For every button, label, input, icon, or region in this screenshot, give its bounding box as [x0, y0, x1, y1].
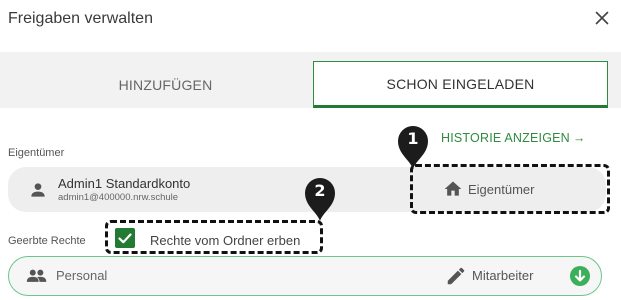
permission-group-name: Personal [56, 268, 108, 283]
owner-name: Admin1 Standardkonto [58, 176, 191, 191]
inherited-rights-label: Geerbte Rechte [8, 235, 86, 247]
person-icon [28, 180, 48, 200]
arrow-down-circle-icon[interactable] [570, 266, 590, 286]
history-link[interactable]: HISTORIE ANZEIGEN → [441, 131, 586, 145]
share-dialog: Freigaben verwalten HINZUFÜGEN SCHON EIN… [0, 0, 621, 300]
annotation-marker-1: 1 [396, 124, 430, 170]
group-icon [26, 266, 48, 286]
annotation-highlight-1 [410, 164, 610, 214]
annotation-number-1: 1 [407, 129, 419, 148]
annotation-number-2: 2 [314, 181, 326, 200]
pencil-icon[interactable] [445, 265, 467, 287]
tab-add[interactable]: HINZUFÜGEN [18, 61, 313, 108]
close-icon[interactable] [591, 7, 613, 29]
history-link-label: HISTORIE ANZEIGEN [441, 131, 570, 145]
tab-already-invited[interactable]: SCHON EINGELADEN [313, 61, 608, 108]
arrow-right-icon: → [572, 131, 586, 145]
annotation-highlight-2 [105, 220, 323, 254]
dialog-header: Freigaben verwalten [0, 0, 621, 40]
annotation-marker-2: 2 [303, 176, 337, 222]
dialog-title: Freigaben verwalten [8, 10, 153, 27]
owner-email: admin1@400000.nrw.schule [58, 192, 179, 203]
permission-role-select[interactable]: Mitarbeiter [472, 268, 533, 283]
owner-section-label: Eigentümer [8, 147, 65, 159]
